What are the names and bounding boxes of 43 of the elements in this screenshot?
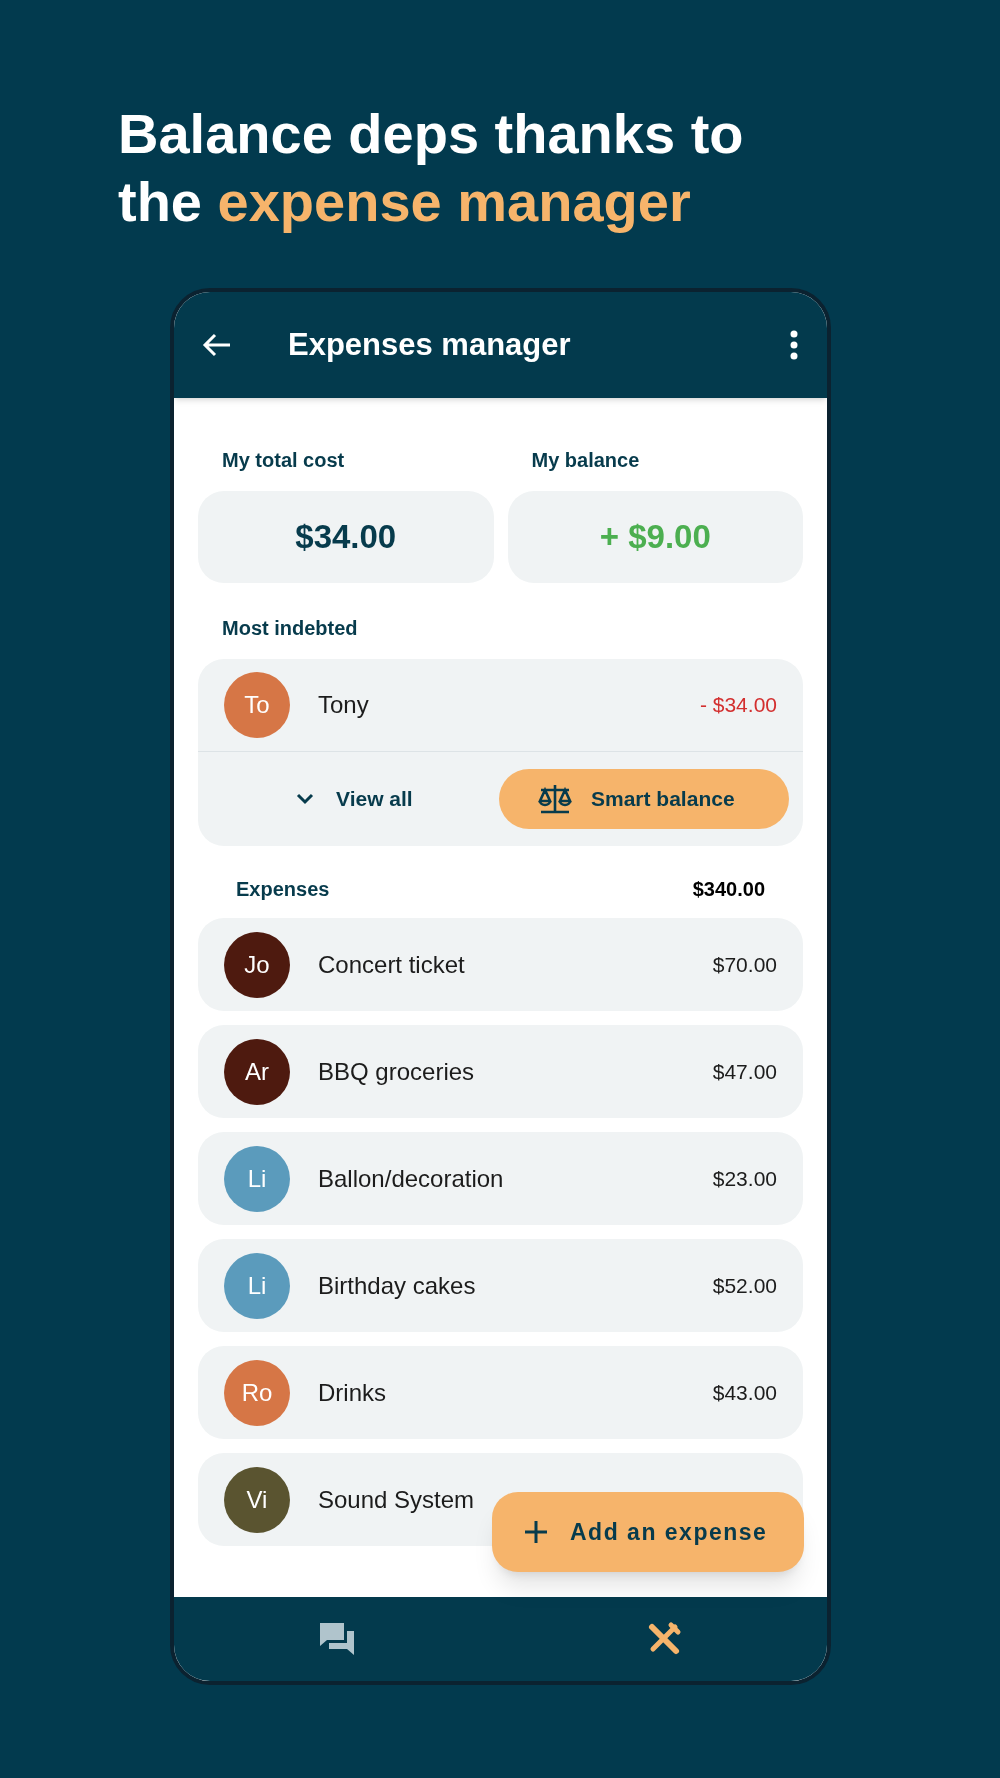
expense-name: Sound System: [318, 1484, 476, 1515]
expense-row[interactable]: Ar BBQ groceries $47.00: [198, 1025, 803, 1118]
back-icon[interactable]: [202, 332, 232, 358]
avatar: Li: [224, 1252, 290, 1319]
expense-amount: $43.00: [712, 1379, 777, 1406]
headline: Balance deps thanks to the expense manager: [118, 101, 745, 235]
avatar: Li: [224, 1145, 290, 1212]
expense-amount: $23.00: [712, 1165, 777, 1192]
avatar: Ar: [224, 1038, 290, 1105]
section-title: Most indebted: [222, 616, 359, 641]
expense-name: BBQ groceries: [318, 1056, 476, 1087]
expenses-total: $340.00: [692, 877, 765, 902]
expense-name: Birthday cakes: [318, 1270, 477, 1301]
avatar: Vi: [224, 1466, 290, 1533]
expense-row[interactable]: Li Ballon/decoration $23.00: [198, 1132, 803, 1225]
plus-icon: [524, 1520, 548, 1544]
avatar: To: [224, 672, 290, 738]
chevron-down-icon: [296, 793, 314, 805]
smart-balance-button[interactable]: Smart balance: [499, 769, 789, 829]
screen-title: Expenses manager: [288, 325, 572, 364]
summary-value: $34.00: [295, 517, 397, 558]
section-title: Expenses: [236, 877, 330, 902]
expense-name: Concert ticket: [318, 949, 466, 980]
avatar: Jo: [224, 931, 290, 998]
expense-amount: $70.00: [712, 951, 777, 978]
avatar: Ro: [224, 1359, 290, 1426]
expense-amount: $47.00: [712, 1058, 777, 1085]
expense-row[interactable]: Li Birthday cakes $52.00: [198, 1239, 803, 1332]
person-name: Tony: [318, 690, 370, 720]
view-all-button[interactable]: View all: [296, 783, 486, 815]
expense-row[interactable]: Ro Drinks $43.00: [198, 1346, 803, 1439]
summary-label: My balance: [531, 448, 641, 473]
more-options-icon[interactable]: [789, 330, 799, 360]
expense-name: Drinks: [318, 1377, 387, 1408]
add-expense-button[interactable]: Add an expense: [492, 1492, 804, 1572]
expense-amount: $52.00: [712, 1272, 777, 1299]
summary-value: + $9.00: [599, 517, 711, 558]
expense-name: Ballon/decoration: [318, 1163, 505, 1194]
scale-icon: [537, 783, 573, 815]
summary-label: My total cost: [222, 448, 346, 473]
chat-icon[interactable]: [319, 1622, 356, 1656]
expense-row[interactable]: Jo Concert ticket $70.00: [198, 918, 803, 1011]
amount: - $34.00: [699, 692, 777, 719]
